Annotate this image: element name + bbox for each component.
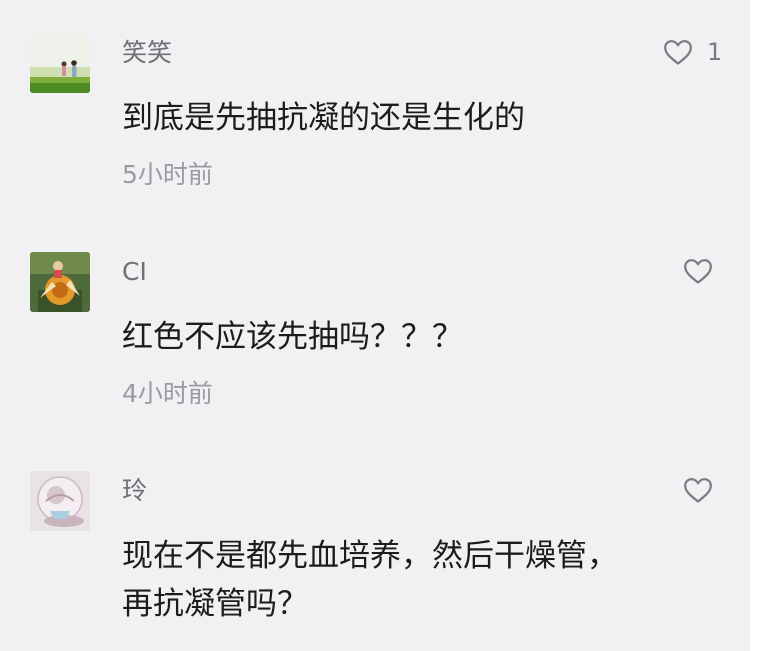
avatar[interactable]	[30, 471, 90, 531]
comment-text: 红色不应该先抽吗？？？	[122, 319, 463, 355]
username[interactable]: 笑笑	[122, 38, 172, 68]
screen-edge	[750, 0, 759, 651]
like-button[interactable]	[683, 256, 727, 286]
heart-icon	[684, 258, 712, 284]
comment-item: 玲 现在不是都先血培养，然后干燥管， 再抗凝管吗？	[0, 471, 750, 651]
glass-globe-avatar	[30, 471, 90, 531]
comment-list: 笑笑 到底是先抽抗凝的还是生化的 5小时前 1 CI 红色不应该先抽吗？？？ 4…	[0, 0, 750, 651]
heart-icon	[684, 477, 712, 503]
username[interactable]: CI	[122, 257, 147, 287]
username[interactable]: 玲	[122, 476, 147, 506]
heart-icon	[664, 39, 692, 65]
avatar[interactable]	[30, 33, 90, 93]
comment-text: 现在不是都先血培养，然后干燥管， 再抗凝管吗？	[122, 538, 618, 622]
couple-in-field-avatar	[30, 33, 90, 93]
avatar[interactable]	[30, 252, 90, 312]
like-count: 1	[707, 38, 723, 66]
like-button[interactable]: 1	[663, 37, 722, 67]
comment-item: CI 红色不应该先抽吗？？？ 4小时前	[0, 252, 750, 422]
like-button[interactable]	[683, 475, 727, 505]
comment-item: 笑笑 到底是先抽抗凝的还是生化的 5小时前 1	[0, 33, 750, 203]
timestamp: 4小时前	[122, 379, 213, 408]
timestamp: 5小时前	[122, 160, 213, 189]
orange-figure-avatar	[30, 252, 90, 312]
comment-text: 到底是先抽抗凝的还是生化的	[122, 100, 525, 136]
